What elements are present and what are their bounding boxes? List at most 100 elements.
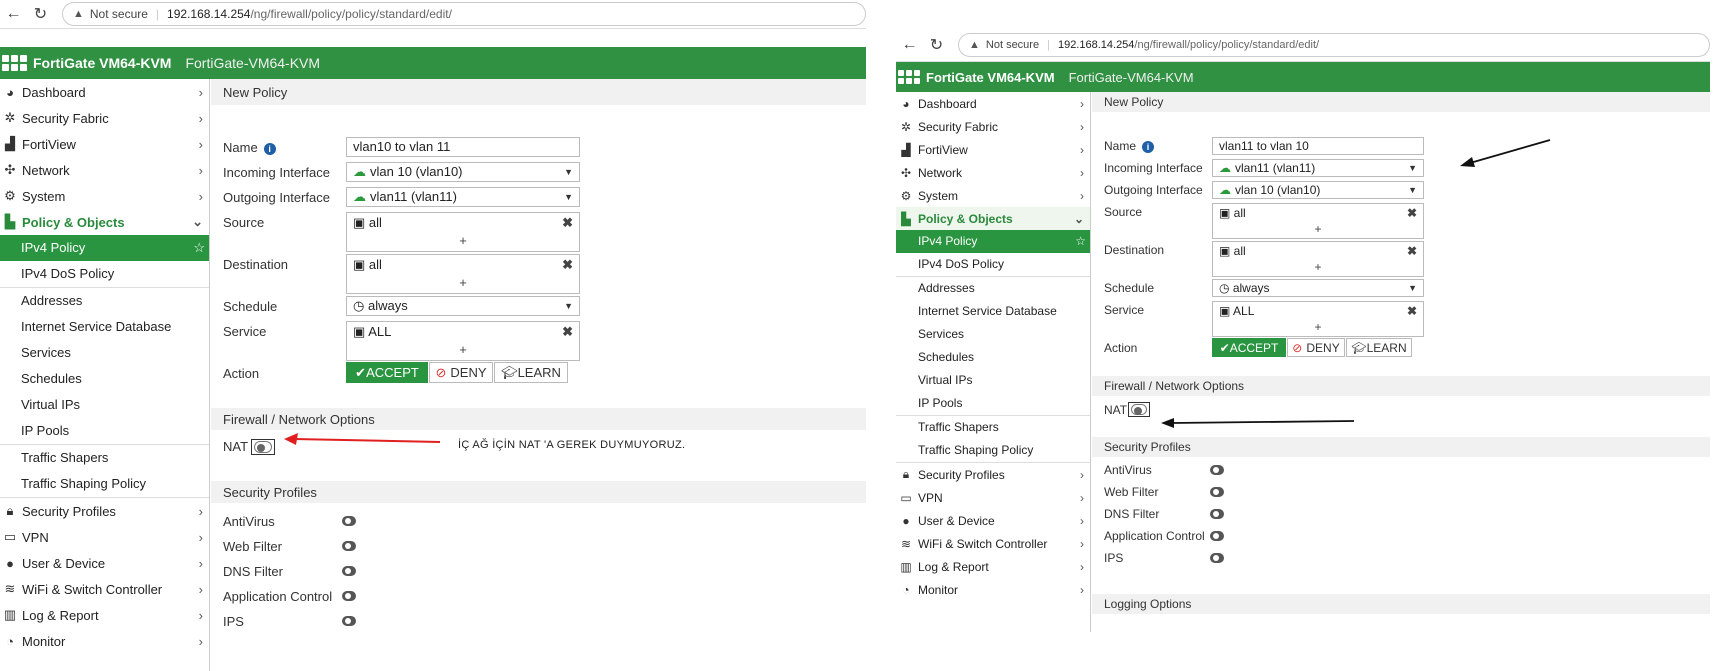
remove-icon[interactable]: ✖	[1407, 304, 1417, 318]
sidebar-item-system[interactable]: ⚙ System ›	[0, 183, 209, 209]
remove-icon[interactable]: ✖	[1407, 206, 1417, 220]
sidebar-item-monitor[interactable]: ◔ Monitor ›	[896, 578, 1090, 601]
sidebar-item-network[interactable]: ✣ Network ›	[896, 161, 1090, 184]
sidebar-sub-traffic-shapers[interactable]: Traffic Shapers	[896, 416, 1090, 439]
info-icon[interactable]: i	[1142, 140, 1155, 153]
reload-icon[interactable]: ↻	[923, 35, 950, 55]
destination-field[interactable]: ▣ all ✖ +	[1212, 241, 1424, 277]
outgoing-interface-select[interactable]: ☁ vlan 10 (vlan10) ▼	[1212, 181, 1424, 199]
deny-button[interactable]: ⊘ DENY	[1287, 338, 1345, 357]
ips-toggle[interactable]	[1210, 553, 1224, 563]
sidebar-item-dashboard[interactable]: ◕ Dashboard ›	[896, 92, 1090, 115]
schedule-select[interactable]: ◷ always ▼	[1212, 279, 1424, 297]
deny-icon: ⊘	[1292, 340, 1303, 355]
sidebar-sub-ipv4-policy[interactable]: IPv4 Policy ☆	[0, 235, 209, 261]
incoming-interface-select[interactable]: ☁ vlan 10 (vlan10) ▼	[346, 162, 580, 182]
dns-filter-toggle[interactable]	[342, 566, 356, 576]
remove-icon[interactable]: ✖	[562, 324, 573, 340]
reload-icon[interactable]: ↻	[27, 4, 54, 24]
sidebar-sub-ip-pools[interactable]: IP Pools	[0, 418, 209, 444]
service-field[interactable]: ▣ ALL ✖ +	[1212, 301, 1424, 337]
add-destination-button[interactable]: +	[347, 275, 579, 290]
web-filter-toggle[interactable]	[342, 541, 356, 551]
sidebar-sub-schedules[interactable]: Schedules	[896, 346, 1090, 369]
app-control-toggle[interactable]	[1210, 531, 1224, 541]
sidebar-item-system[interactable]: ⚙ System ›	[896, 184, 1090, 207]
add-source-button[interactable]: +	[1213, 222, 1423, 236]
sidebar-sub-virtual-ips[interactable]: Virtual IPs	[0, 392, 209, 418]
address-bar[interactable]: ▲ Not secure | 192.168.14.254 /ng/firewa…	[958, 32, 1710, 57]
add-service-button[interactable]: +	[1213, 320, 1423, 334]
sidebar-sub-internet-service-database[interactable]: Internet Service Database	[896, 300, 1090, 323]
sidebar-sub-virtual-ips[interactable]: Virtual IPs	[896, 369, 1090, 392]
deny-button[interactable]: ⊘ DENY	[429, 362, 493, 383]
nat-toggle[interactable]	[1131, 404, 1147, 415]
sidebar-sub-ipv4-policy[interactable]: IPv4 Policy ☆	[896, 230, 1090, 253]
sidebar-item-wifi-switch[interactable]: ≋ WiFi & Switch Controller ›	[0, 576, 209, 602]
add-service-button[interactable]: +	[347, 342, 579, 357]
nat-toggle[interactable]	[254, 441, 272, 453]
sidebar-item-security-profiles[interactable]: 🔒︎ Security Profiles ›	[896, 463, 1090, 486]
outgoing-interface-select[interactable]: ☁ vlan11 (vlan11) ▼	[346, 187, 580, 207]
sidebar-item-fortiview[interactable]: ▟ FortiView ›	[896, 138, 1090, 161]
address-bar[interactable]: ▲ Not secure | 192.168.14.254 /ng/firewa…	[62, 2, 866, 26]
star-icon[interactable]: ☆	[193, 235, 205, 261]
ips-toggle[interactable]	[342, 616, 356, 626]
sidebar-item-security-profiles[interactable]: 🔒︎ Security Profiles ›	[0, 498, 209, 524]
sidebar-sub-traffic-shaping-policy[interactable]: Traffic Shaping Policy	[896, 439, 1090, 462]
sidebar-sub-ipv4-dos-policy[interactable]: IPv4 DoS Policy	[0, 261, 209, 287]
sidebar-item-security-fabric[interactable]: ✲ Security Fabric ›	[896, 115, 1090, 138]
sidebar-sub-services[interactable]: Services	[896, 323, 1090, 346]
sidebar-sub-traffic-shaping-policy[interactable]: Traffic Shaping Policy	[0, 471, 209, 497]
schedule-select[interactable]: ◷ always ▼	[346, 296, 580, 316]
sidebar-sub-schedules[interactable]: Schedules	[0, 366, 209, 392]
add-source-button[interactable]: +	[347, 233, 579, 248]
add-destination-button[interactable]: +	[1213, 260, 1423, 274]
back-arrow-icon[interactable]: ←	[896, 36, 923, 54]
destination-field[interactable]: ▣ all ✖ +	[346, 254, 580, 294]
sidebar-item-monitor[interactable]: ◔ Monitor ›	[0, 628, 209, 654]
service-field[interactable]: ▣ ALL ✖ +	[346, 321, 580, 361]
sidebar-sub-ip-pools[interactable]: IP Pools	[896, 392, 1090, 415]
name-input[interactable]: vlan10 to vlan 11	[346, 137, 580, 157]
sidebar-item-log-report[interactable]: ▥ Log & Report ›	[0, 602, 209, 628]
sidebar-item-vpn[interactable]: ▭ VPN ›	[896, 486, 1090, 509]
learn-button[interactable]: 🎓︎ LEARN	[494, 362, 568, 383]
source-field[interactable]: ▣ all ✖ +	[346, 212, 580, 252]
dns-filter-toggle[interactable]	[1210, 509, 1224, 519]
source-field[interactable]: ▣ all ✖ +	[1212, 203, 1424, 239]
remove-icon[interactable]: ✖	[562, 215, 573, 231]
remove-icon[interactable]: ✖	[1407, 244, 1417, 258]
sidebar-item-user-device[interactable]: ● User & Device ›	[0, 550, 209, 576]
sidebar-sub-ipv4-dos-policy[interactable]: IPv4 DoS Policy	[896, 253, 1090, 276]
learn-button[interactable]: 🎓︎ LEARN	[1346, 338, 1412, 357]
sidebar-sub-services[interactable]: Services	[0, 340, 209, 366]
sidebar-sub-traffic-shapers[interactable]: Traffic Shapers	[0, 445, 209, 471]
sidebar-item-fortiview[interactable]: ▟ FortiView ›	[0, 131, 209, 157]
antivirus-toggle[interactable]	[1210, 465, 1224, 475]
sidebar-item-dashboard[interactable]: ◕ Dashboard ›	[0, 79, 209, 105]
name-input[interactable]: vlan11 to vlan 10	[1212, 137, 1424, 155]
back-arrow-icon[interactable]: ←	[0, 5, 27, 23]
sidebar-sub-addresses[interactable]: Addresses	[0, 288, 209, 314]
sidebar-item-network[interactable]: ✣ Network ›	[0, 157, 209, 183]
accept-button[interactable]: ✔ ACCEPT	[346, 362, 428, 383]
sidebar-item-security-fabric[interactable]: ✲ Security Fabric ›	[0, 105, 209, 131]
fabric-icon: ✲	[4, 110, 16, 125]
accept-button[interactable]: ✔ ACCEPT	[1212, 338, 1286, 357]
sidebar-item-vpn[interactable]: ▭ VPN ›	[0, 524, 209, 550]
sidebar-item-user-device[interactable]: ● User & Device ›	[896, 509, 1090, 532]
star-icon[interactable]: ☆	[1075, 230, 1086, 253]
sidebar-item-policy-objects[interactable]: ▙ Policy & Objects ⌄	[0, 209, 209, 235]
incoming-interface-select[interactable]: ☁ vlan11 (vlan11) ▼	[1212, 159, 1424, 177]
antivirus-toggle[interactable]	[342, 516, 356, 526]
web-filter-toggle[interactable]	[1210, 487, 1224, 497]
sidebar-item-wifi-switch[interactable]: ≋ WiFi & Switch Controller ›	[896, 532, 1090, 555]
info-icon[interactable]: i	[263, 142, 276, 155]
sidebar-item-policy-objects[interactable]: ▙ Policy & Objects ⌄	[896, 207, 1090, 230]
app-control-toggle[interactable]	[342, 591, 356, 601]
sidebar-sub-internet-service-database[interactable]: Internet Service Database	[0, 314, 209, 340]
sidebar-sub-addresses[interactable]: Addresses	[896, 277, 1090, 300]
remove-icon[interactable]: ✖	[562, 257, 573, 273]
sidebar-item-log-report[interactable]: ▥ Log & Report ›	[896, 555, 1090, 578]
